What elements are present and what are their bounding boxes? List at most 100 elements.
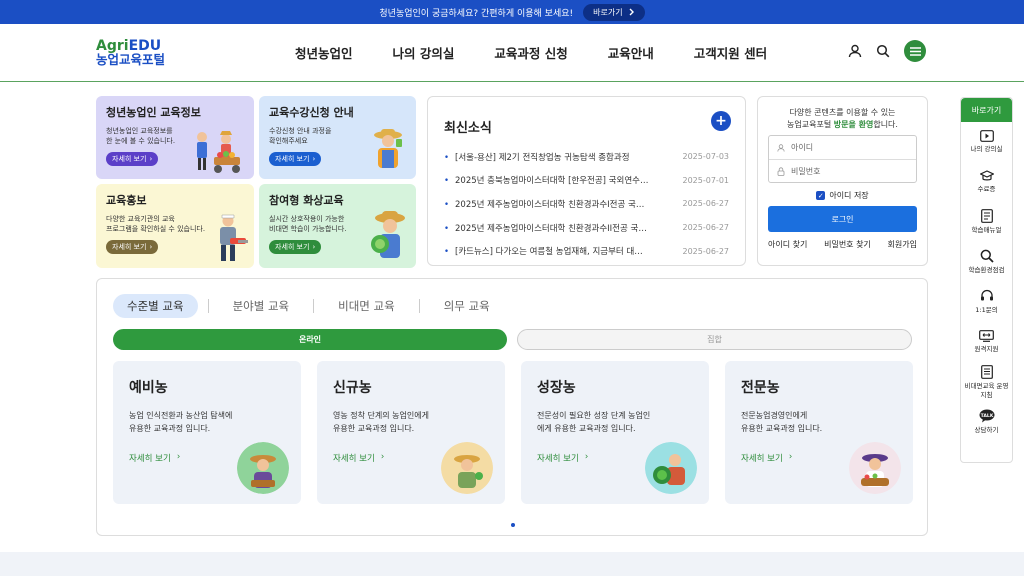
header-icons	[848, 40, 926, 62]
card-title: 청년농업인 교육정보	[106, 106, 201, 119]
quick-menu: 바로가기 나의 강의실 수료증 학습매뉴얼 학습환경점검 1:1문의 원격지원 …	[960, 97, 1013, 463]
nav-item-support-center[interactable]: 고객지원 센터	[694, 43, 767, 62]
password-field[interactable]: 비밀번호	[769, 159, 916, 182]
id-field[interactable]: 아이디	[769, 136, 916, 159]
news-more-button[interactable]: +	[711, 111, 731, 131]
chainsaw-farmer-illustration-icon	[220, 214, 248, 261]
tab-level[interactable]: 수준별 교육	[113, 294, 198, 318]
card-young-farmer-info[interactable]: 청년농업인 교육정보 청년농업인 교육정보를 한 눈에 볼 수 있습니다. 자세히…	[96, 96, 254, 179]
headset-icon	[980, 290, 993, 301]
menu-button[interactable]	[904, 40, 926, 62]
nav-item-my-classroom[interactable]: 나의 강의실	[393, 43, 455, 62]
card-promotion[interactable]: 교육홍보 다양한 교육기관의 교육 프로그램을 확인하실 수 있습니다. 자세히 …	[96, 184, 254, 268]
news-item[interactable]: [카드뉴스] 다가오는 여름철 농업재해, 지금부터 대…2025-06-27	[444, 239, 729, 263]
segment-offline[interactable]: 집합	[517, 329, 912, 350]
login-links: 아이디 찾기 비밀번호 찾기 회원가입	[768, 239, 917, 250]
top-banner-message: 청년농업인이 궁금하세요? 간편하게 이용해 보세요!	[379, 8, 574, 19]
graduation-cap-icon	[979, 170, 994, 181]
level-desc: 영농 정착 단계의 농업인에게 유용한 교육과정 입니다.	[333, 411, 429, 433]
level-title: 예비농	[129, 380, 168, 396]
top-banner: 청년농업인이 궁금하세요? 간편하게 이용해 보세요! 바로가기	[0, 0, 1024, 24]
site-header: AgriEDU 농업교육포털 청년농업인 나의 강의실 교육과정 신청 교육안내…	[0, 24, 1024, 82]
quick-item-env-check[interactable]: 학습환경점검	[961, 242, 1012, 282]
tab-mandatory[interactable]: 의무 교육	[430, 294, 504, 318]
search-icon[interactable]	[876, 44, 890, 58]
news-list: [서울-용산] 제2기 전직창업농 귀농탐색 종합과정2025-07-03 20…	[444, 145, 729, 263]
top-banner-button[interactable]: 바로가기	[583, 3, 645, 21]
checkbox-checked-icon: ✓	[816, 191, 826, 201]
course-section: 수준별 교육 분야별 교육 비대면 교육 의무 교육 온라인 집합 예비농 농업…	[96, 278, 928, 536]
find-password-link[interactable]: 비밀번호 찾기	[824, 239, 871, 250]
news-item[interactable]: 2025년 제주농업마이스터대학 친환경과수II전공 국…2025-06-27	[444, 216, 729, 240]
manual-icon	[980, 209, 993, 224]
level-card-growth[interactable]: 성장농 전문성이 필요한 성장 단계 농업인 에게 유용한 교육과정 입니다. 자…	[521, 361, 709, 504]
card-desc: 청년농업인 교육정보를 한 눈에 볼 수 있습니다.	[106, 127, 176, 146]
card-desc: 다양한 교육기관의 교육 프로그램을 확인하실 수 있습니다.	[106, 215, 206, 234]
quick-item-my-classroom[interactable]: 나의 강의실	[961, 122, 1012, 162]
quick-item-certificate[interactable]: 수료증	[961, 162, 1012, 202]
quick-item-manual[interactable]: 학습매뉴얼	[961, 202, 1012, 242]
signup-link[interactable]: 회원가입	[888, 239, 917, 250]
card-video-education[interactable]: 참여형 화상교육 실시간 상호작용이 가능한 비대면 학습이 가능합니다. 자세히…	[259, 184, 416, 268]
chevron-right-icon: ›	[312, 155, 316, 164]
level-title: 신규농	[333, 380, 372, 396]
user-icon	[777, 143, 785, 152]
magnifier-icon	[980, 249, 994, 263]
farmer-avatar-icon	[849, 442, 901, 494]
login-fields: 아이디 비밀번호	[768, 135, 917, 184]
quick-item-remote-support[interactable]: 원격지원	[961, 322, 1012, 362]
find-id-link[interactable]: 아이디 찾기	[768, 239, 807, 250]
quick-item-inquiry[interactable]: 1:1문의	[961, 282, 1012, 322]
tab-field[interactable]: 분야별 교육	[219, 294, 304, 318]
card-title: 교육홍보	[106, 194, 147, 207]
news-item[interactable]: 2025년 제주농업마이스터대학 친환경과수I전공 국…2025-06-27	[444, 192, 729, 216]
nav-item-young-farmer[interactable]: 청년농업인	[295, 43, 353, 62]
card-more-button[interactable]: 자세히 보기 ›	[269, 152, 322, 167]
talk-icon: TALK	[979, 409, 994, 423]
farmer-avatar-icon	[441, 442, 493, 494]
news-item[interactable]: 2025년 충북농업마이스터대학 [한우전공] 국외연수…2025-07-01	[444, 169, 729, 193]
level-card-new[interactable]: 신규농 영농 정착 단계의 농업인에게 유용한 교육과정 입니다. 자세히 보기 ›	[317, 361, 505, 504]
login-welcome: 다양한 콘텐츠를 이용할 수 있는 농업교육포털 방문을 환영합니다.	[787, 108, 898, 129]
chevron-right-icon: ›	[380, 451, 385, 462]
latest-news-panel: 최신소식 + [서울-용산] 제2기 전직창업농 귀농탐색 종합과정2025-0…	[427, 96, 746, 266]
tab-divider	[207, 299, 209, 313]
card-more-button[interactable]: 자세히 보기 ›	[269, 240, 322, 255]
card-desc: 실시간 상호작용이 가능한 비대면 학습이 가능합니다.	[269, 215, 347, 234]
site-logo[interactable]: AgriEDU 농업교육포털	[96, 38, 165, 66]
save-id-checkbox[interactable]: ✓ 아이디 저장	[768, 190, 917, 201]
level-card-expert[interactable]: 전문농 전문농업경영인에게 유용한 교육과정 입니다. 자세히 보기 ›	[725, 361, 913, 504]
level-title: 전문농	[741, 380, 780, 396]
carousel-indicator[interactable]	[511, 523, 515, 527]
farmer-illustration-icon	[374, 129, 402, 168]
tab-divider	[313, 299, 315, 313]
user-icon[interactable]	[848, 44, 862, 58]
chevron-right-icon	[629, 8, 634, 16]
footer-strip	[0, 552, 1024, 576]
login-panel: 다양한 콘텐츠를 이용할 수 있는 농업교육포털 방문을 환영합니다. 아이디 …	[757, 96, 928, 266]
chevron-right-icon: ›	[584, 451, 589, 462]
tab-divider	[418, 299, 420, 313]
login-button[interactable]: 로그인	[768, 206, 917, 233]
card-desc: 수강신청 안내 과정을 확인해주세요	[269, 127, 332, 146]
card-enroll-guide[interactable]: 교육수강신청 안내 수강신청 안내 과정을 확인해주세요 자세히 보기 ›	[259, 96, 416, 179]
play-icon	[979, 130, 994, 143]
level-title: 성장농	[537, 380, 576, 396]
quick-item-chat[interactable]: TALK 상담하기	[961, 402, 1012, 442]
document-icon	[980, 365, 993, 379]
plus-icon: +	[715, 113, 727, 129]
farmer-avatar-icon	[237, 442, 289, 494]
menu-icon	[909, 46, 921, 56]
svg-text:TALK: TALK	[980, 413, 993, 419]
tab-remote[interactable]: 비대면 교육	[324, 294, 409, 318]
course-tabs: 수준별 교육 분야별 교육 비대면 교육 의무 교육	[113, 294, 504, 318]
level-card-preliminary[interactable]: 예비농 농업 인식전환과 농산업 탐색에 유용한 교육과정 입니다. 자세히 보기…	[113, 361, 301, 504]
news-item[interactable]: [서울-용산] 제2기 전직창업농 귀농탐색 종합과정2025-07-03	[444, 145, 729, 169]
nav-item-education-guide[interactable]: 교육안내	[608, 43, 654, 62]
card-more-button[interactable]: 자세히 보기 ›	[106, 240, 159, 255]
card-more-button[interactable]: 자세히 보기 ›	[106, 152, 159, 167]
quick-item-remote-guideline[interactable]: 비대면교육 운영지침	[961, 362, 1012, 402]
lock-icon	[777, 167, 785, 176]
nav-item-course-apply[interactable]: 교육과정 신청	[494, 43, 567, 62]
segment-online[interactable]: 온라인	[113, 329, 507, 350]
